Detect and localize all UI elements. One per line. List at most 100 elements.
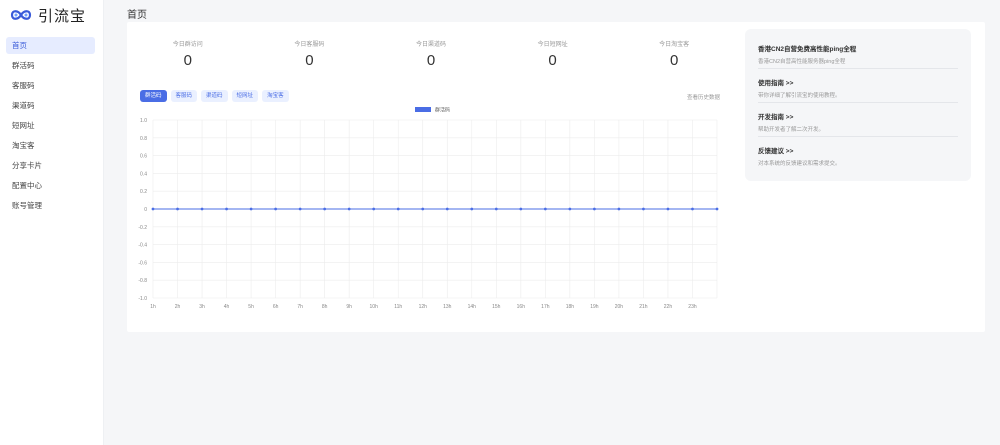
- info-section: 反馈建议 >> 对本系统的反馈建议和需求提交。: [758, 145, 958, 167]
- x-tick-label: 8h: [322, 304, 328, 310]
- data-point: [200, 207, 204, 211]
- x-tick-label: 7h: [297, 304, 303, 310]
- x-tick-label: 2h: [175, 304, 181, 310]
- y-tick-label: -0.2: [138, 225, 147, 231]
- y-tick-label: -1.0: [138, 296, 147, 302]
- tab-group-code[interactable]: 群活码: [140, 90, 167, 102]
- data-point: [592, 207, 596, 211]
- line-chart-svg: 1.0 0.8 0.6 0.4 0.2 0 -0.2 -0.4 -0.6 -0.8 -1.01h 2h…: [138, 107, 719, 310]
- x-tick-label: 4h: [224, 304, 230, 310]
- x-tick-label: 23h: [688, 304, 697, 310]
- data-point: [445, 207, 449, 211]
- y-tick-label: 0.4: [140, 171, 147, 177]
- info-section: 使用指南 >> 带你详细了解引流宝的使用教程。: [758, 77, 958, 99]
- stat-value: 0: [426, 52, 436, 69]
- stats-row: 今日群访问 0 今日客服码 0 今日渠道码 0 今日短网址 0 今日淘宝客 0: [127, 40, 735, 90]
- stat-label: 今日淘宝客: [659, 42, 690, 48]
- stat-card: 今日群访问 0: [127, 40, 249, 90]
- divider: [758, 68, 958, 69]
- sidebar: 引流宝 首页 群活码 客服码 渠道码 短网址 淘宝客 分享卡片 配置中心 账号管…: [0, 0, 104, 445]
- data-point: [666, 207, 670, 211]
- x-tick-label: 6h: [273, 304, 279, 310]
- sidebar-item-channel-code[interactable]: 渠道码: [6, 97, 95, 114]
- data-point: [347, 207, 351, 211]
- chart-tabs: 群活码 客服码 渠道码 短网址 淘宝客: [140, 90, 289, 102]
- usage-guide-link[interactable]: 使用指南 >>: [758, 77, 958, 87]
- stat-card: 今日短网址 0: [492, 40, 614, 90]
- x-tick-label: 18h: [566, 304, 575, 310]
- data-point: [323, 207, 327, 211]
- x-tick-label: 1h: [150, 304, 156, 310]
- data-point: [421, 207, 425, 211]
- data-point: [519, 207, 523, 211]
- sidebar-item-share-card[interactable]: 分享卡片: [6, 157, 95, 174]
- stat-card: 今日淘宝客 0: [613, 40, 735, 90]
- data-point: [298, 207, 302, 211]
- data-point: [372, 207, 376, 211]
- feedback-link[interactable]: 反馈建议 >>: [758, 145, 958, 155]
- info-title[interactable]: 香港CN2自营免费高性能ping全程: [758, 43, 958, 53]
- data-point: [642, 207, 645, 211]
- stat-label: 今日客服码: [294, 42, 325, 48]
- dashboard-panel: 今日群访问 0 今日客服码 0 今日渠道码 0 今日短网址 0 今日淘宝客 0 …: [127, 22, 985, 332]
- sidebar-nav: 首页 群活码 客服码 渠道码 短网址 淘宝客 分享卡片 配置中心 账号管理: [0, 37, 103, 214]
- x-tick-label: 14h: [468, 304, 477, 310]
- divider: [758, 102, 958, 103]
- y-tick-label: 0.8: [140, 136, 147, 142]
- infinity-logo-icon: [10, 10, 32, 20]
- stat-value: 0: [183, 52, 192, 69]
- sidebar-item-taoke[interactable]: 淘宝客: [6, 137, 95, 154]
- data-point: [396, 207, 400, 211]
- history-data-link[interactable]: 查看历史数据: [687, 93, 720, 101]
- data-point: [470, 207, 474, 211]
- x-tick-label: 22h: [664, 304, 673, 310]
- info-section: 香港CN2自营免费高性能ping全程 香港CN2自营高性能服务器ping全程: [758, 43, 958, 65]
- x-tick-label: 16h: [517, 304, 526, 310]
- y-tick-label: -0.4: [138, 243, 147, 249]
- stat-value: 0: [548, 52, 557, 69]
- stat-label: 今日渠道码: [415, 42, 446, 48]
- data-point: [274, 207, 278, 211]
- y-tick-label: 1.0: [140, 118, 147, 124]
- data-point: [151, 207, 155, 211]
- stat-label: 今日群访问: [172, 42, 203, 48]
- stat-card: 今日客服码 0: [249, 40, 371, 90]
- data-point: [715, 207, 719, 211]
- stat-label: 今日短网址: [537, 42, 568, 48]
- legend-label: 群活码: [435, 107, 450, 114]
- tab-taoke[interactable]: 淘宝客: [262, 90, 289, 102]
- stat-value: 0: [305, 52, 314, 69]
- info-card: 香港CN2自营免费高性能ping全程 香港CN2自营高性能服务器ping全程 使…: [745, 29, 971, 181]
- dev-guide-link[interactable]: 开发指南 >>: [758, 111, 958, 121]
- data-point: [568, 207, 572, 211]
- x-tick-label: 20h: [615, 304, 624, 310]
- tab-channel-code[interactable]: 渠道码: [201, 90, 228, 102]
- x-tick-label: 13h: [443, 304, 452, 310]
- data-point: [176, 207, 179, 211]
- sidebar-item-config[interactable]: 配置中心: [6, 177, 95, 194]
- sidebar-item-home[interactable]: 首页: [6, 37, 95, 54]
- tab-short-url[interactable]: 短网址: [231, 90, 259, 102]
- stat-value: 0: [670, 52, 679, 69]
- info-desc: 对本系统的反馈建议和需求提交。: [758, 161, 841, 167]
- sidebar-item-short-url[interactable]: 短网址: [6, 117, 95, 134]
- legend-swatch: [415, 107, 431, 112]
- data-point: [617, 207, 621, 211]
- x-tick-label: 5h: [248, 304, 254, 310]
- info-section: 开发指南 >> 帮助开发者了解二次开发。: [758, 111, 958, 133]
- data-point: [691, 207, 694, 211]
- app-logo[interactable]: 引流宝: [10, 3, 103, 27]
- sidebar-item-group-code[interactable]: 群活码: [6, 57, 95, 74]
- sidebar-item-accounts[interactable]: 账号管理: [6, 197, 95, 214]
- info-desc: 帮助开发者了解二次开发。: [758, 127, 825, 133]
- data-point: [225, 207, 228, 211]
- sidebar-item-service-code[interactable]: 客服码: [6, 77, 95, 94]
- data-point: [249, 207, 253, 211]
- tab-service-code[interactable]: 客服码: [170, 90, 198, 102]
- data-point: [494, 207, 498, 211]
- data-point: [543, 207, 547, 211]
- stat-card: 今日渠道码 0: [370, 40, 492, 90]
- divider: [758, 136, 958, 137]
- x-tick-label: 12h: [419, 304, 428, 310]
- app-name: 引流宝: [38, 7, 87, 25]
